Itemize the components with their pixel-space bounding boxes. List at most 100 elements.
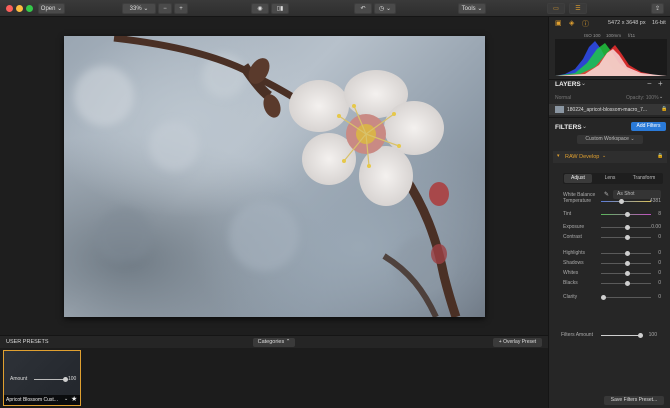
- compare-button[interactable]: ▯▮: [271, 3, 289, 14]
- slider-track[interactable]: [601, 199, 651, 204]
- slider-track[interactable]: [601, 271, 651, 276]
- panels-icon: ▭: [553, 6, 559, 12]
- tab-lens[interactable]: Lens: [595, 174, 625, 183]
- slider-value: 8: [658, 211, 661, 217]
- adjust-toggle-button[interactable]: ☰: [569, 3, 587, 14]
- slider-label: Contrast: [563, 234, 582, 240]
- slider-knob[interactable]: [624, 261, 630, 266]
- chevron-down-icon: ⌄: [57, 6, 63, 12]
- tools-label: Tools: [461, 6, 476, 12]
- raw-develop-header[interactable]: ▾ RAW Develop ⌄ 🔒: [553, 151, 667, 163]
- aperture: f/11: [628, 33, 636, 38]
- slider-track[interactable]: [601, 261, 651, 266]
- close-window-button[interactable]: [6, 5, 13, 12]
- slider-knob[interactable]: [624, 235, 630, 240]
- preset-amount-label: Amount: [10, 376, 28, 382]
- categories-dropdown[interactable]: Categories ⌃: [253, 338, 295, 347]
- tab-transform[interactable]: Transform: [627, 174, 661, 183]
- slider-value: 4381: [649, 198, 661, 204]
- sliders-icon: ☰: [575, 6, 581, 12]
- chevron-down-icon: ⌄: [477, 6, 483, 12]
- add-filters-button[interactable]: Add Filters: [631, 122, 666, 131]
- preview-eye-button[interactable]: ◉: [251, 3, 269, 14]
- tab-bar: Adjust Lens Transform: [563, 173, 663, 184]
- lock-icon[interactable]: 🔒: [657, 153, 663, 159]
- share-button[interactable]: ⇪: [651, 3, 664, 14]
- right-panel: ▣ ◈ ⓘ 5472 x 3648 px 16-bit ISO 100 100m…: [548, 17, 670, 408]
- filters-amount-knob[interactable]: [638, 333, 643, 338]
- zoom-select[interactable]: 33% ⌄: [122, 3, 156, 14]
- open-label: Open: [40, 6, 56, 12]
- preset-name-bar: Apricot Blossom Cust... ⌄ ★: [4, 395, 80, 405]
- slider-value: 0: [658, 250, 661, 256]
- overlay-preset-button[interactable]: + Overlay Preset: [493, 338, 542, 347]
- layer-row[interactable]: 180224_apricot-blossom-macro_7... 🔒: [549, 104, 670, 115]
- zoom-window-button[interactable]: [26, 5, 33, 12]
- image-dimensions: 5472 x 3648 px: [608, 20, 646, 26]
- slider-track[interactable]: [601, 212, 651, 217]
- slider-track[interactable]: [601, 235, 651, 240]
- share-icon: ⇪: [654, 6, 661, 12]
- filters-amount-label: Filters Amount: [561, 332, 593, 338]
- chevron-down-icon[interactable]: ⌄: [582, 123, 587, 130]
- save-filters-preset-button[interactable]: Save Filters Preset...: [604, 396, 664, 405]
- open-button[interactable]: Open ⌄: [38, 3, 65, 14]
- chevron-down-icon[interactable]: ⌄: [64, 396, 68, 402]
- slider-value: 0: [658, 260, 661, 266]
- preset-amount-slider[interactable]: [34, 377, 68, 382]
- slider-label: Blacks: [563, 280, 578, 286]
- focal-length: 100mm: [606, 33, 622, 38]
- presets-area: Amount 100 Apricot Blossom Cust... ⌄ ★: [0, 348, 548, 408]
- slider-label: Highlights: [563, 250, 585, 256]
- minimize-window-button[interactable]: [16, 5, 23, 12]
- chevron-down-icon[interactable]: ⌄: [581, 80, 586, 87]
- tools-button[interactable]: Tools ⌄: [458, 3, 486, 14]
- collapse-icon: ▾: [557, 153, 560, 159]
- slider-knob[interactable]: [601, 295, 606, 300]
- add-layer-button[interactable]: +: [658, 79, 663, 88]
- slider-knob[interactable]: [624, 271, 630, 276]
- slider-knob[interactable]: [624, 225, 630, 230]
- zoom-out-button[interactable]: −: [158, 3, 172, 14]
- history-button[interactable]: ◷ ⌄: [374, 3, 396, 14]
- chevron-down-icon[interactable]: ⌄: [659, 94, 663, 100]
- slider-value: 0: [658, 280, 661, 286]
- tab-transform-label: Transform: [632, 175, 656, 181]
- info-icon[interactable]: ⓘ: [582, 19, 589, 29]
- layers-icon[interactable]: ◈: [569, 19, 574, 27]
- layer-name: 180224_apricot-blossom-macro_7...: [567, 107, 648, 113]
- tab-lens-label: Lens: [604, 175, 616, 181]
- slider-track[interactable]: [601, 225, 651, 230]
- undo-button[interactable]: ↶: [354, 3, 372, 14]
- tab-adjust[interactable]: Adjust: [564, 174, 592, 183]
- workspace-select[interactable]: Custom Workspace ⌄: [577, 135, 643, 144]
- photo[interactable]: [64, 36, 485, 317]
- preset-thumbnail[interactable]: Amount 100 Apricot Blossom Cust... ⌄ ★: [3, 350, 81, 406]
- slider-knob[interactable]: [618, 199, 624, 204]
- star-icon[interactable]: ★: [71, 395, 77, 403]
- panels-toggle-button[interactable]: ▭: [547, 3, 565, 14]
- slider-track[interactable]: [601, 281, 651, 286]
- slider-knob[interactable]: [625, 212, 631, 217]
- bit-depth: 16-bit: [652, 20, 666, 26]
- clock-icon: ◷: [379, 6, 385, 12]
- raw-develop-title: RAW Develop: [565, 154, 600, 160]
- lock-icon: 🔒: [661, 106, 668, 112]
- blend-mode-select[interactable]: Normal: [555, 95, 571, 101]
- filters-amount-value: 100: [648, 332, 657, 338]
- histogram-icon[interactable]: ▣: [555, 19, 562, 27]
- chevron-down-icon: ⌄: [602, 153, 607, 159]
- slider-track[interactable]: [601, 251, 651, 256]
- slider-track[interactable]: [601, 295, 651, 300]
- eyedropper-icon[interactable]: ✎: [604, 191, 609, 198]
- opacity-value[interactable]: Opacity: 100%: [626, 95, 659, 101]
- slider-knob[interactable]: [624, 251, 630, 256]
- slider-knob[interactable]: [624, 281, 630, 286]
- slider-label: Whites: [563, 270, 579, 276]
- filters-amount-slider[interactable]: [601, 333, 643, 338]
- remove-layer-button[interactable]: −: [647, 79, 652, 88]
- zoom-in-button[interactable]: +: [174, 3, 188, 14]
- image-canvas[interactable]: [0, 17, 548, 335]
- blossom-photo: [74, 36, 461, 317]
- eye-icon: ◉: [257, 6, 263, 12]
